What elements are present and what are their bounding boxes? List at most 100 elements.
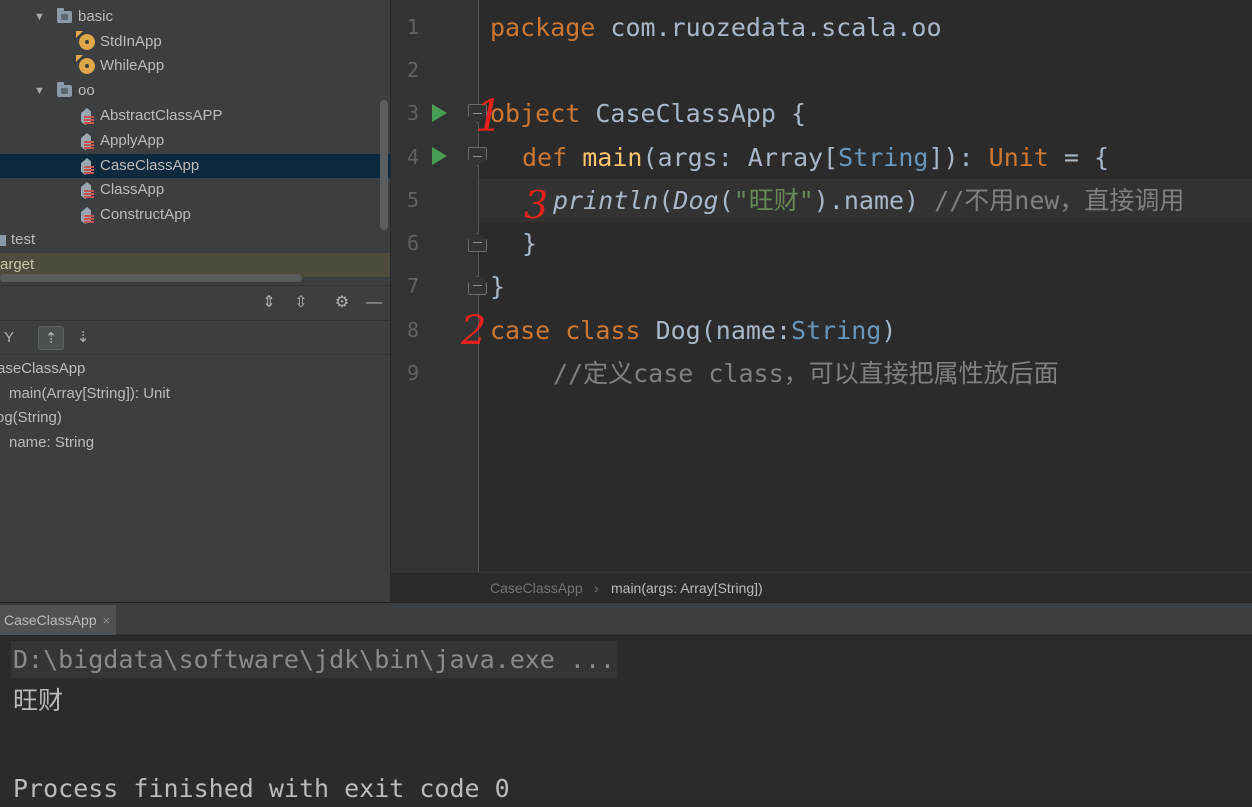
sort-hierarchy-icon[interactable]: Y xyxy=(0,326,22,350)
close-icon[interactable]: × xyxy=(103,613,111,628)
tree-item-label: WhileApp xyxy=(100,57,165,74)
tree-item-label: basic xyxy=(78,8,114,25)
breadcrumb-item[interactable]: CaseClassApp xyxy=(490,573,583,603)
code-line-3[interactable]: object CaseClassApp { xyxy=(490,92,806,135)
project-panel: ▼ basic StdInApp WhileApp ▼ oo AbstractC… xyxy=(0,0,391,602)
tree-item-classapp[interactable]: ClassApp xyxy=(0,178,390,202)
structure-sort-bar: Y ⇡ ⇣ xyxy=(0,321,390,355)
gear-icon[interactable]: ⚙ xyxy=(331,292,353,314)
navigate-up-icon[interactable]: ⇡ xyxy=(38,326,64,350)
scala-object-icon xyxy=(79,58,95,74)
navigate-down-icon[interactable]: ⇣ xyxy=(70,326,96,350)
function-name: main xyxy=(582,143,643,172)
code-text: = { xyxy=(1048,143,1110,172)
tree-item-label: CaseClassApp xyxy=(100,157,200,174)
tree-item-constructapp[interactable]: ConstructApp xyxy=(0,203,390,227)
structure-item[interactable]: name: String xyxy=(0,431,390,455)
tree-item-stdinapp[interactable]: StdInApp xyxy=(0,30,390,54)
line-number: 2 xyxy=(406,58,419,82)
tree-item-abstractclassapp[interactable]: AbstractClassAPP xyxy=(0,104,390,128)
code-line-9[interactable]: //定义case class，可以直接把属性放后面 xyxy=(553,352,1059,395)
line-number: 3 xyxy=(406,101,419,125)
code-text: ) xyxy=(881,316,897,345)
console-command-line[interactable]: D:\bigdata\software\jdk\bin\java.exe ... xyxy=(11,641,618,678)
line-number: 4 xyxy=(406,145,419,169)
tree-item-label: oo xyxy=(78,82,95,99)
annotation-1: 1 xyxy=(475,91,503,142)
code-line-4[interactable]: def main(args: Array[String]): Unit = { xyxy=(522,136,1109,179)
tree-item-label: test xyxy=(11,231,36,248)
expand-arrow-icon[interactable]: ▼ xyxy=(34,79,45,103)
expand-all-icon[interactable]: ⇕ xyxy=(258,292,280,314)
code-text: ( xyxy=(658,186,674,215)
code-line-7[interactable]: } xyxy=(490,265,505,308)
tree-item-label: ConstructApp xyxy=(100,206,191,223)
line-number: 7 xyxy=(406,274,419,298)
tree-item-test[interactable]: test xyxy=(0,228,390,252)
vertical-scrollbar[interactable] xyxy=(380,100,388,230)
function-call: println xyxy=(553,186,659,215)
run-tab-bar: CaseClassApp × xyxy=(0,605,1252,635)
tree-item-basic[interactable]: ▼ basic xyxy=(0,5,390,29)
run-console[interactable]: D:\bigdata\software\jdk\bin\java.exe ...… xyxy=(0,635,1252,807)
structure-item[interactable]: main(Array[String]): Unit xyxy=(0,382,390,406)
folder-icon xyxy=(57,8,72,23)
code-comment: //不用new，直接调用 xyxy=(934,186,1185,215)
tree-item-label: ClassApp xyxy=(100,181,165,198)
keyword: object xyxy=(490,99,581,128)
editor-gutter: 1 2 3 4 5 6 7 8 9 xyxy=(391,0,487,572)
tree-item-oo[interactable]: ▼ oo xyxy=(0,79,390,103)
code-line-8[interactable]: case class Dog(name:String) xyxy=(490,309,896,352)
tree-item-label: ApplyApp xyxy=(100,132,165,149)
expand-arrow-icon[interactable]: ▼ xyxy=(34,5,45,29)
fold-marker-icon[interactable] xyxy=(468,147,487,166)
type-name: String xyxy=(838,143,929,172)
object-name: CaseClassApp { xyxy=(580,99,807,128)
tab-caseclassapp[interactable]: CaseClassApp × xyxy=(0,605,117,635)
tree-item-applyapp[interactable]: ApplyApp xyxy=(0,129,390,153)
tree-item-whileapp[interactable]: WhileApp xyxy=(0,54,390,78)
breadcrumb: CaseClassApp › main(args: Array[String]) xyxy=(391,572,1252,602)
console-exit-line: Process finished with exit code 0 xyxy=(13,774,510,803)
structure-item-label: og(String) xyxy=(0,409,62,426)
tab-label: CaseClassApp xyxy=(4,612,97,628)
type-name: Unit xyxy=(988,143,1049,172)
scala-class-icon xyxy=(79,133,94,150)
structure-item[interactable]: og(String) xyxy=(0,406,390,430)
project-tree: ▼ basic StdInApp WhileApp ▼ oo AbstractC… xyxy=(0,0,390,282)
minimize-icon[interactable]: — xyxy=(363,292,385,314)
code-line-6[interactable]: } xyxy=(522,222,537,265)
tree-item-label: StdInApp xyxy=(100,33,162,50)
breadcrumb-item[interactable]: main(args: Array[String]) xyxy=(611,573,763,603)
keyword: package xyxy=(490,13,596,42)
structure-item-label: aseClassApp xyxy=(0,360,86,377)
code-line-5[interactable]: println(Dog("旺财").name) //不用new，直接调用 xyxy=(553,179,1184,222)
keyword: def xyxy=(522,143,568,172)
code-text: ( xyxy=(718,186,734,215)
scala-class-icon xyxy=(79,207,94,224)
annotation-2: 2 xyxy=(461,308,487,354)
horizontal-scrollbar[interactable] xyxy=(0,274,302,282)
scala-class-icon xyxy=(79,108,94,125)
collapse-all-icon[interactable]: ⇳ xyxy=(290,292,312,314)
line-number: 1 xyxy=(406,15,419,39)
code-editor[interactable]: 1 2 3 4 5 6 7 8 9 package com.ruozedata.… xyxy=(391,0,1252,572)
tree-item-label: AbstractClassAPP xyxy=(100,107,223,124)
fold-marker-icon[interactable] xyxy=(468,276,487,295)
folder-icon xyxy=(57,82,72,97)
run-icon[interactable] xyxy=(432,104,447,122)
tree-item-caseclassapp[interactable]: CaseClassApp xyxy=(0,154,390,178)
code-line-1[interactable]: package com.ruozedata.scala.oo xyxy=(490,6,942,49)
run-icon[interactable] xyxy=(432,147,447,165)
annotation-3: 3 xyxy=(524,183,549,227)
line-number: 6 xyxy=(406,231,419,255)
code-text: ]): xyxy=(928,143,989,172)
breadcrumb-separator-icon: › xyxy=(594,580,599,596)
fold-marker-icon[interactable] xyxy=(468,233,487,252)
folder-icon xyxy=(0,235,6,246)
string-literal: "旺财" xyxy=(733,186,814,215)
package-name: com.ruozedata.scala.oo xyxy=(595,13,942,42)
scala-class-icon xyxy=(79,182,94,199)
structure-item[interactable]: aseClassApp xyxy=(0,357,390,381)
structure-toolbar: ⇕ ⇳ ⚙ — xyxy=(0,285,390,321)
